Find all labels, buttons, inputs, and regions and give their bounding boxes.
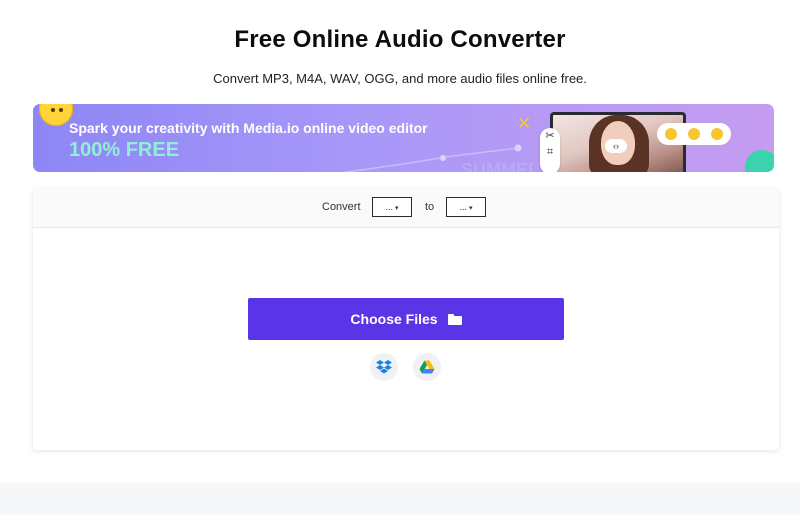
emoji-sticker-icon xyxy=(39,104,73,126)
dropbox-icon xyxy=(376,360,392,374)
to-label: to xyxy=(425,201,435,213)
promo-banner[interactable]: Spark your creativity with Media.io onli… xyxy=(33,104,774,172)
smile-icon xyxy=(664,128,677,140)
caret-down-icon: ▾ xyxy=(393,205,399,212)
to-format-value: ... xyxy=(459,202,468,212)
convert-label: Convert xyxy=(322,201,361,213)
from-format-value: ... xyxy=(385,202,394,212)
banner-tagline: 100% FREE xyxy=(69,139,180,161)
to-format-select[interactable]: ... ▾ xyxy=(446,197,486,217)
laugh-icon xyxy=(687,128,700,140)
sparkle-icon: ✕ xyxy=(517,114,532,133)
choose-files-label: Choose Files xyxy=(350,311,438,327)
dropbox-button[interactable] xyxy=(370,353,398,381)
editor-tools: ✂ ⌗ xyxy=(540,128,560,172)
page-title: Free Online Audio Converter xyxy=(234,26,566,53)
google-drive-icon xyxy=(419,360,435,374)
caret-down-icon: ▾ xyxy=(467,205,473,212)
crop-icon: ⌗ xyxy=(546,146,554,158)
wink-icon xyxy=(711,128,724,140)
banner-decoration: SUMMER xyxy=(341,144,533,172)
decor-blob xyxy=(745,150,774,172)
page-subtitle: Convert MP3, M4A, WAV, OGG, and more aud… xyxy=(213,71,587,86)
google-drive-button[interactable] xyxy=(413,353,441,381)
format-bar: Convert ... ▾ to ... ▾ xyxy=(33,189,779,228)
scissors-icon: ✂ xyxy=(545,130,555,142)
converter-panel: Convert ... ▾ to ... ▾ Choose Files xyxy=(33,189,779,450)
choose-files-button[interactable]: Choose Files xyxy=(248,298,564,340)
from-format-select[interactable]: ... ▾ xyxy=(372,197,412,217)
folder-icon xyxy=(447,313,462,325)
footer-strip xyxy=(0,483,800,515)
banner-headline: Spark your creativity with Media.io onli… xyxy=(69,120,428,136)
compare-arrows-icon: ‹› xyxy=(605,139,627,153)
banner-deco-text: SUMMER xyxy=(461,160,533,172)
emoji-reactions xyxy=(657,123,731,145)
